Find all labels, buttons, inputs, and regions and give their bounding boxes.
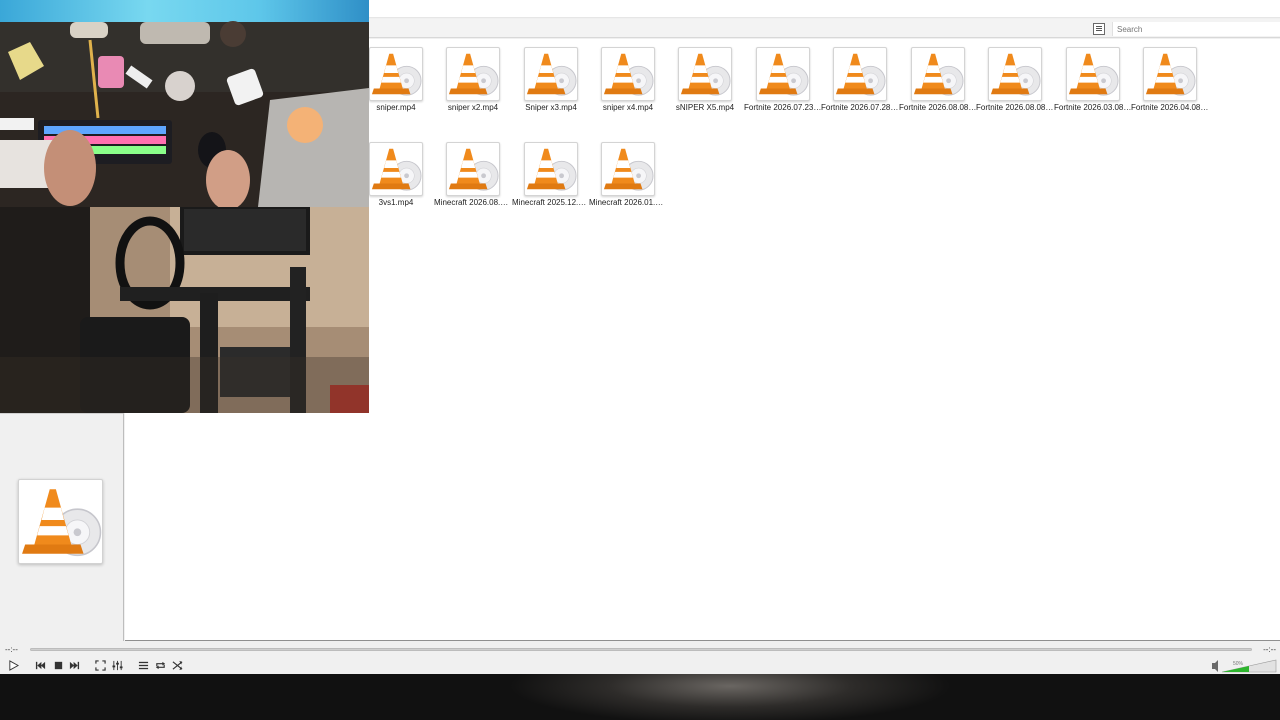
vlc-media-icon: [988, 47, 1042, 101]
playlist-item-label: Minecraft 2026.01.26...: [589, 198, 667, 207]
playlist-item[interactable]: Fortnite 2026.08.08 -...: [899, 39, 977, 119]
playlist-item-label: Fortnite 2026.07.28 -...: [821, 103, 899, 112]
desk-camera-feed: [0, 0, 369, 207]
previous-icon: [35, 661, 46, 670]
fullscreen-icon: [95, 660, 106, 671]
playlist-grid: sniper.mp4 sniper x2.mp4 Sniper x3.mp4 snip…: [369, 39, 1280, 415]
search-input[interactable]: [1112, 22, 1280, 36]
playlist-item-label: Fortnite 2026.04.08 -...: [1131, 103, 1209, 112]
playlist-item[interactable]: sniper x4.mp4: [589, 39, 667, 119]
playlist-item[interactable]: Fortnite 2026.04.08 -...: [1131, 39, 1209, 119]
vlc-media-icon: [678, 47, 732, 101]
playlist-item[interactable]: Fortnite 2026.07.28 -...: [821, 39, 899, 119]
playlist-item-label: Sniper x3.mp4: [525, 103, 577, 112]
loop-icon: [155, 661, 166, 670]
album-art-panel: [0, 413, 124, 641]
speaker-icon: [1212, 660, 1218, 672]
view-mode-icon[interactable]: [1093, 23, 1105, 35]
vlc-media-icon: [1143, 47, 1197, 101]
vlc-media-icon: [524, 47, 578, 101]
vlc-media-icon: [446, 142, 500, 196]
equalizer-icon: [112, 660, 123, 671]
playlist-item[interactable]: Sniper x3.mp4: [512, 39, 590, 119]
playlist-item[interactable]: Minecraft 2026.01.26...: [589, 134, 667, 214]
playlist-item-label: sNIPER X5.mp4: [675, 103, 735, 112]
next-button[interactable]: [68, 659, 81, 672]
vlc-media-icon: [369, 47, 423, 101]
vlc-media-icon: [446, 47, 500, 101]
vlc-cone-art-icon: [18, 479, 103, 564]
vlc-media-icon: [911, 47, 965, 101]
playlist-item[interactable]: Minecraft 2025.12.06...: [512, 134, 590, 214]
playlist-item-label: Fortnite 2026.08.08 -...: [976, 103, 1054, 112]
playlist-item[interactable]: Minecraft 2026.08.09...: [434, 134, 512, 214]
stop-button[interactable]: [52, 659, 65, 672]
playlist-toggle-button[interactable]: [137, 659, 150, 672]
playlist-icon: [138, 661, 149, 670]
shuffle-icon: [172, 660, 183, 671]
play-button[interactable]: [5, 658, 21, 672]
seek-slider[interactable]: [30, 648, 1252, 651]
playlist-item-label: Fortnite 2026.03.08 -...: [1054, 103, 1132, 112]
playlist-item[interactable]: sNIPER X5.mp4: [666, 39, 744, 119]
playlist-item[interactable]: Fortnite 2026.03.08 -...: [1054, 39, 1132, 119]
elapsed-time: --:--: [5, 645, 18, 654]
vlc-media-icon: [1066, 47, 1120, 101]
volume-slider[interactable]: [1212, 659, 1278, 673]
vlc-media-icon: [756, 47, 810, 101]
playlist-item-label: Fortnite 2026.08.08 -...: [899, 103, 977, 112]
loop-button[interactable]: [154, 659, 167, 672]
webcam-overlay: [0, 0, 369, 413]
stop-icon: [54, 661, 63, 670]
vlc-media-icon: [601, 142, 655, 196]
playlist-item-label: sniper x2.mp4: [447, 103, 499, 112]
vlc-media-icon: [601, 47, 655, 101]
volume-percentage: 50%: [1233, 661, 1244, 667]
playlist-item-label: sniper x4.mp4: [602, 103, 654, 112]
desktop-background: [0, 674, 1280, 720]
playlist-item[interactable]: sniper x2.mp4: [434, 39, 512, 119]
remaining-time: --:--: [1263, 645, 1276, 654]
fullscreen-button[interactable]: [94, 659, 107, 672]
vlc-media-icon: [369, 142, 423, 196]
playlist-item-label: Minecraft 2025.12.06...: [512, 198, 590, 207]
playlist-item-label: Minecraft 2026.08.09...: [434, 198, 512, 207]
seek-row: --:-- --:--: [0, 641, 1280, 657]
vlc-media-icon: [833, 47, 887, 101]
shuffle-button[interactable]: [171, 659, 184, 672]
playlist-item[interactable]: Fortnite 2026.07.23 -...: [744, 39, 822, 119]
vlc-media-icon: [524, 142, 578, 196]
next-icon: [69, 661, 80, 670]
extended-settings-button[interactable]: [111, 659, 124, 672]
playlist-item[interactable]: Fortnite 2026.08.08 -...: [976, 39, 1054, 119]
video-area: [125, 413, 1280, 641]
play-icon: [8, 659, 19, 671]
playlist-item-label: Fortnite 2026.07.23 -...: [744, 103, 822, 112]
rig-camera-feed: [0, 207, 369, 413]
vlc-window: sniper.mp4sniper x2.mp4Sniper x3.mp4snip…: [0, 0, 1280, 720]
control-bar: [0, 657, 1280, 674]
previous-button[interactable]: [34, 659, 47, 672]
